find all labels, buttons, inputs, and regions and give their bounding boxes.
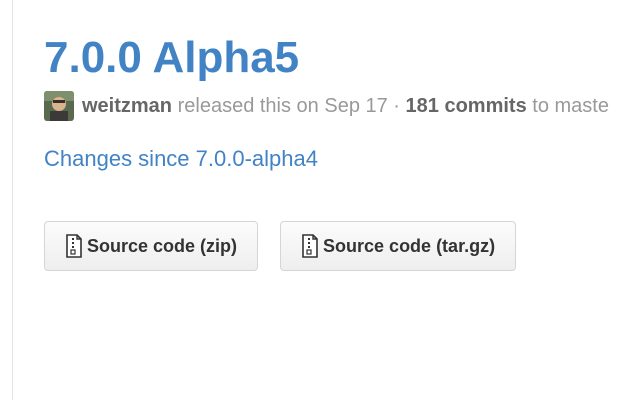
source-targz-button[interactable]: Source code (tar.gz) — [280, 221, 517, 271]
avatar[interactable] — [44, 91, 74, 121]
source-zip-button[interactable]: Source code (zip) — [44, 221, 259, 271]
released-text: released this on Sep 17 · — [177, 94, 400, 117]
file-zip-icon — [301, 234, 319, 258]
download-buttons: Source code (zip) Source code (tar.gz) — [44, 221, 538, 271]
source-targz-label: Source code (tar.gz) — [323, 235, 496, 256]
file-zip-icon — [65, 234, 83, 258]
commits-link[interactable]: 181 commits — [406, 95, 527, 118]
source-zip-label: Source code (zip) — [87, 235, 238, 256]
release-meta: weitzman released this on Sep 17 · 181 c… — [44, 90, 640, 122]
changes-since-link[interactable]: Changes since 7.0.0-alpha4 — [44, 146, 318, 172]
release-title[interactable]: 7.0.0 Alpha5 — [44, 30, 640, 86]
left-divider — [12, 0, 13, 400]
release-page: 7.0.0 Alpha5 weitzman released this on S… — [0, 0, 640, 400]
branch-text: to maste — [532, 94, 609, 117]
author-link[interactable]: weitzman — [82, 95, 172, 118]
release-content: 7.0.0 Alpha5 weitzman released this on S… — [44, 30, 640, 271]
